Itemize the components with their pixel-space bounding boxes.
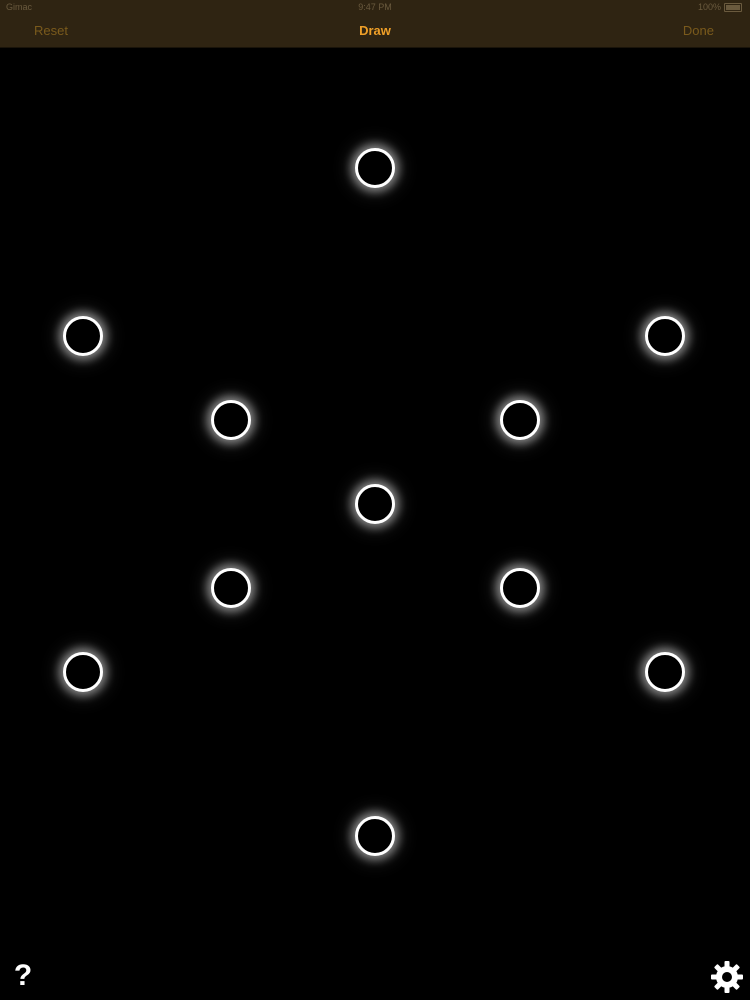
dot-lower-left[interactable] <box>63 652 103 692</box>
gear-icon[interactable] <box>710 960 744 994</box>
help-icon[interactable]: ? <box>10 958 36 994</box>
drawing-canvas[interactable] <box>0 48 750 1000</box>
dot-upper-right[interactable] <box>645 316 685 356</box>
done-button[interactable]: Done <box>683 14 714 47</box>
app-screen: Gimac 9:47 PM 100% Reset Draw Done ? <box>0 0 750 1000</box>
dot-inner-upper-left[interactable] <box>211 400 251 440</box>
dot-lower-right[interactable] <box>645 652 685 692</box>
dot-inner-upper-right[interactable] <box>500 400 540 440</box>
status-bar: Gimac 9:47 PM 100% <box>0 0 750 14</box>
dot-inner-lower-left[interactable] <box>211 568 251 608</box>
dot-upper-left[interactable] <box>63 316 103 356</box>
dot-center[interactable] <box>355 484 395 524</box>
battery-percent: 100% <box>697 2 721 12</box>
navigation-bar: Reset Draw Done <box>0 14 750 48</box>
dot-inner-lower-right[interactable] <box>500 568 540 608</box>
battery-icon <box>724 2 742 12</box>
dot-bottom[interactable] <box>355 816 395 856</box>
dot-top[interactable] <box>355 148 395 188</box>
status-time: 9:47 PM <box>358 2 392 12</box>
page-title: Draw <box>359 23 391 38</box>
battery-indicator: 100% <box>698 0 742 14</box>
